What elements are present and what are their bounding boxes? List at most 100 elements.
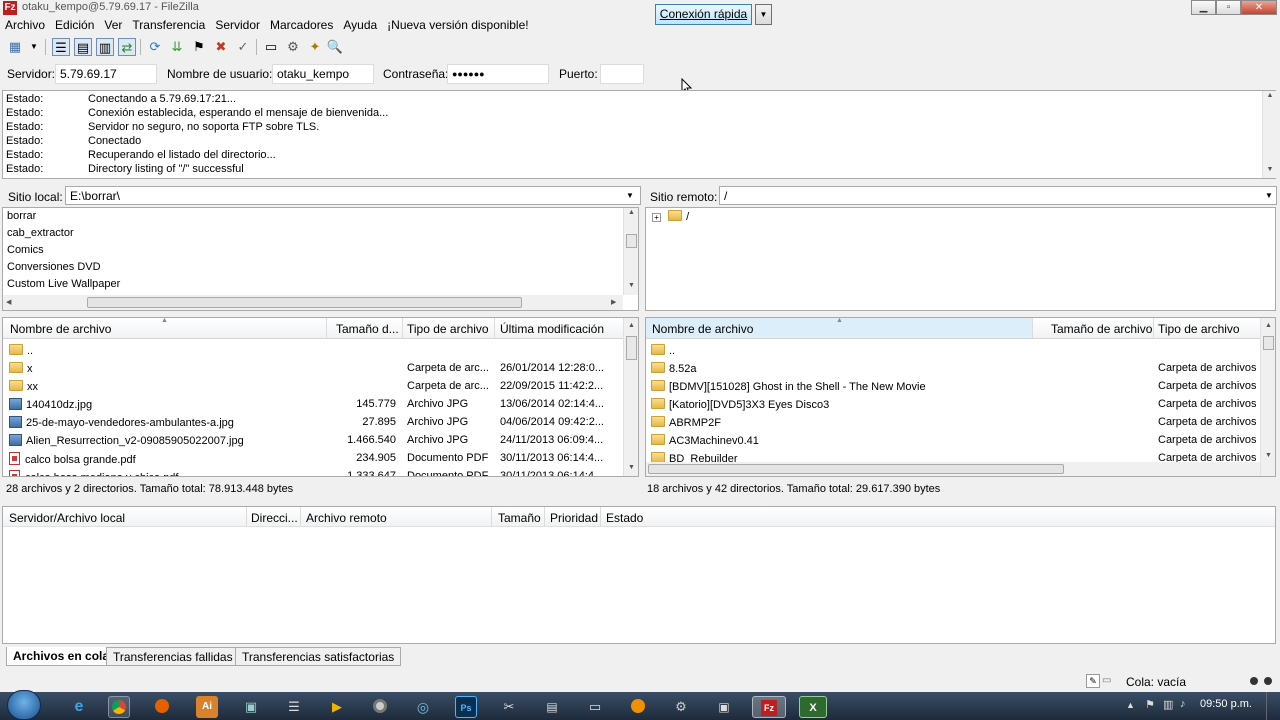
- local-tree-vscrollbar[interactable]: ▲ ▼: [623, 208, 638, 295]
- excel-app-icon[interactable]: X: [799, 696, 827, 718]
- filezilla-app-icon[interactable]: Fz: [3, 1, 17, 15]
- menu-ver[interactable]: Ver: [99, 17, 127, 32]
- menu-edicion[interactable]: Edición: [50, 17, 99, 32]
- menu-nueva-version[interactable]: ¡Nueva versión disponible!: [382, 17, 533, 32]
- table-row[interactable]: Alien_Resurrection_v2-09085905022007.jpg…: [3, 432, 638, 450]
- process-queue-icon[interactable]: ⇊: [168, 38, 186, 56]
- column-divider[interactable]: [544, 507, 545, 527]
- scroll-up-icon[interactable]: ▲: [624, 322, 638, 329]
- table-row[interactable]: AC3Machinev0.41 Carpeta de archivos: [646, 432, 1275, 450]
- remote-directory-tree[interactable]: + /: [645, 207, 1276, 311]
- disconnect-icon[interactable]: ✖: [212, 38, 230, 56]
- scroll-down-icon[interactable]: ▼: [624, 464, 638, 471]
- tray-arrow-icon[interactable]: ▲: [1126, 700, 1135, 710]
- column-header-remote-file[interactable]: Archivo remoto: [306, 511, 387, 525]
- photoshop-icon[interactable]: Ps: [455, 696, 477, 718]
- column-divider[interactable]: [491, 507, 492, 527]
- minimize-icon[interactable]: ▁: [1191, 0, 1216, 15]
- expand-icon[interactable]: +: [652, 213, 661, 222]
- chrome-icon[interactable]: [108, 696, 130, 718]
- menu-archivo[interactable]: Archivo: [0, 17, 50, 32]
- sync-browsing-icon[interactable]: ⚙: [284, 38, 302, 56]
- scroll-up-icon[interactable]: ▲: [1263, 92, 1277, 99]
- remote-path-dropdown-icon[interactable]: ▼: [1265, 191, 1273, 200]
- remote-path-combo[interactable]: /: [719, 186, 1277, 205]
- local-path-combo[interactable]: E:\borrar\: [65, 186, 641, 205]
- media-player-icon[interactable]: ▶: [326, 696, 348, 718]
- save-disk-icon[interactable]: ▣: [240, 696, 262, 718]
- start-button-icon[interactable]: [7, 690, 41, 720]
- transfer-queue[interactable]: Servidor/Archivo local Direcci... Archiv…: [2, 506, 1276, 644]
- column-header-modified[interactable]: Última modificación: [500, 322, 604, 336]
- tree-item[interactable]: Conversiones DVD: [7, 261, 101, 273]
- table-row[interactable]: 8.52a Carpeta de archivos: [646, 360, 1275, 378]
- remote-list-hscrollbar[interactable]: [646, 462, 1260, 476]
- local-file-list[interactable]: Nombre de archivo ▲ Tamaño d... Tipo de …: [2, 317, 639, 477]
- scroll-thumb[interactable]: [626, 234, 637, 248]
- filezilla-taskbar-icon[interactable]: Fz: [752, 696, 786, 718]
- message-log[interactable]: Estado: Conectando a 5.79.69.17:21... Est…: [2, 90, 1276, 179]
- column-header-direction[interactable]: Direcci...: [251, 511, 298, 525]
- window-app-icon[interactable]: ▣: [713, 696, 735, 718]
- table-row[interactable]: 25-de-mayo-vendedores-ambulantes-a.jpg 27…: [3, 414, 638, 432]
- scroll-thumb[interactable]: [87, 297, 522, 308]
- toggle-local-tree-icon[interactable]: ▤: [74, 38, 92, 56]
- table-row[interactable]: x Carpeta de arc... 26/01/2014 12:28:0...: [3, 360, 638, 378]
- scroll-down-icon[interactable]: ▼: [1263, 166, 1277, 173]
- show-desktop-button[interactable]: [1266, 692, 1280, 720]
- taskbar-clock[interactable]: 09:50 p.m.: [1200, 698, 1252, 710]
- cancel-operation-icon[interactable]: ⚑: [190, 38, 208, 56]
- toggle-remote-tree-icon[interactable]: ▥: [96, 38, 114, 56]
- table-row[interactable]: 140410dz.jpg 145.779 Archivo JPG 13/06/2014…: [3, 396, 638, 414]
- host-input[interactable]: 5.79.69.17: [55, 64, 157, 84]
- toggle-queue-icon[interactable]: ⇄: [118, 38, 136, 56]
- column-header-type[interactable]: Tipo de archivo: [1158, 322, 1240, 336]
- refresh-icon[interactable]: ⟳: [146, 38, 164, 56]
- table-row[interactable]: ..: [3, 342, 638, 360]
- column-divider[interactable]: [600, 507, 601, 527]
- scroll-up-icon[interactable]: ▲: [1261, 322, 1275, 329]
- column-header-name[interactable]: Nombre de archivo: [652, 322, 753, 336]
- scroll-thumb[interactable]: [648, 464, 1064, 474]
- column-divider[interactable]: [494, 318, 495, 338]
- tree-item[interactable]: + /: [652, 210, 689, 223]
- local-directory-tree[interactable]: borrar cab_extractor Comics Conversiones…: [2, 207, 639, 311]
- local-tree-hscrollbar[interactable]: ◀ ▶: [3, 295, 623, 310]
- scroll-thumb[interactable]: [1263, 336, 1274, 350]
- reconnect-icon[interactable]: ✓: [234, 38, 252, 56]
- column-divider[interactable]: [246, 507, 247, 527]
- scroll-down-icon[interactable]: ▼: [1261, 452, 1275, 459]
- site-manager-icon[interactable]: ▦: [6, 38, 24, 56]
- tree-item[interactable]: Custom Live Wallpaper: [7, 278, 120, 290]
- site-manager-dropdown-icon[interactable]: ▼: [28, 38, 40, 56]
- menu-marcadores[interactable]: Marcadores: [265, 17, 338, 32]
- scroll-down-icon[interactable]: ▼: [624, 282, 639, 289]
- browser-app-icon[interactable]: ◎: [412, 696, 434, 718]
- maximize-icon[interactable]: ▫: [1216, 0, 1241, 15]
- column-divider[interactable]: [1032, 318, 1033, 338]
- column-divider[interactable]: [300, 507, 301, 527]
- username-input[interactable]: otaku_kempo: [272, 64, 374, 84]
- column-header-type[interactable]: Tipo de archivo: [407, 322, 489, 336]
- orange-app-icon[interactable]: [627, 696, 649, 718]
- scroll-left-icon[interactable]: ◀: [6, 298, 11, 306]
- directory-compare-icon[interactable]: ✦: [306, 38, 324, 56]
- toggle-log-icon[interactable]: ☰: [52, 38, 70, 56]
- disc-app-icon[interactable]: [369, 696, 391, 718]
- tray-volume-icon[interactable]: ♪: [1180, 698, 1186, 710]
- menu-ayuda[interactable]: Ayuda: [338, 17, 382, 32]
- firefox-icon[interactable]: [151, 696, 173, 718]
- remote-list-vscrollbar[interactable]: ▲ ▼: [1260, 318, 1275, 476]
- close-icon[interactable]: ✕: [1241, 0, 1277, 15]
- table-row[interactable]: calco bosa mediana y chica.pdf 1.333.647 D…: [3, 468, 638, 476]
- tab-transferencias-fallidas[interactable]: Transferencias fallidas: [106, 647, 240, 666]
- column-header-priority[interactable]: Prioridad: [550, 511, 598, 525]
- tree-item[interactable]: borrar: [7, 210, 36, 222]
- column-header-name[interactable]: Nombre de archivo: [10, 322, 111, 336]
- column-header-server-local[interactable]: Servidor/Archivo local: [9, 511, 125, 525]
- table-row[interactable]: ABRMP2F Carpeta de archivos: [646, 414, 1275, 432]
- scroll-thumb[interactable]: [626, 336, 637, 360]
- list-app-icon[interactable]: ☰: [283, 696, 305, 718]
- column-divider[interactable]: [1153, 318, 1154, 338]
- column-header-size[interactable]: Tamaño: [498, 511, 541, 525]
